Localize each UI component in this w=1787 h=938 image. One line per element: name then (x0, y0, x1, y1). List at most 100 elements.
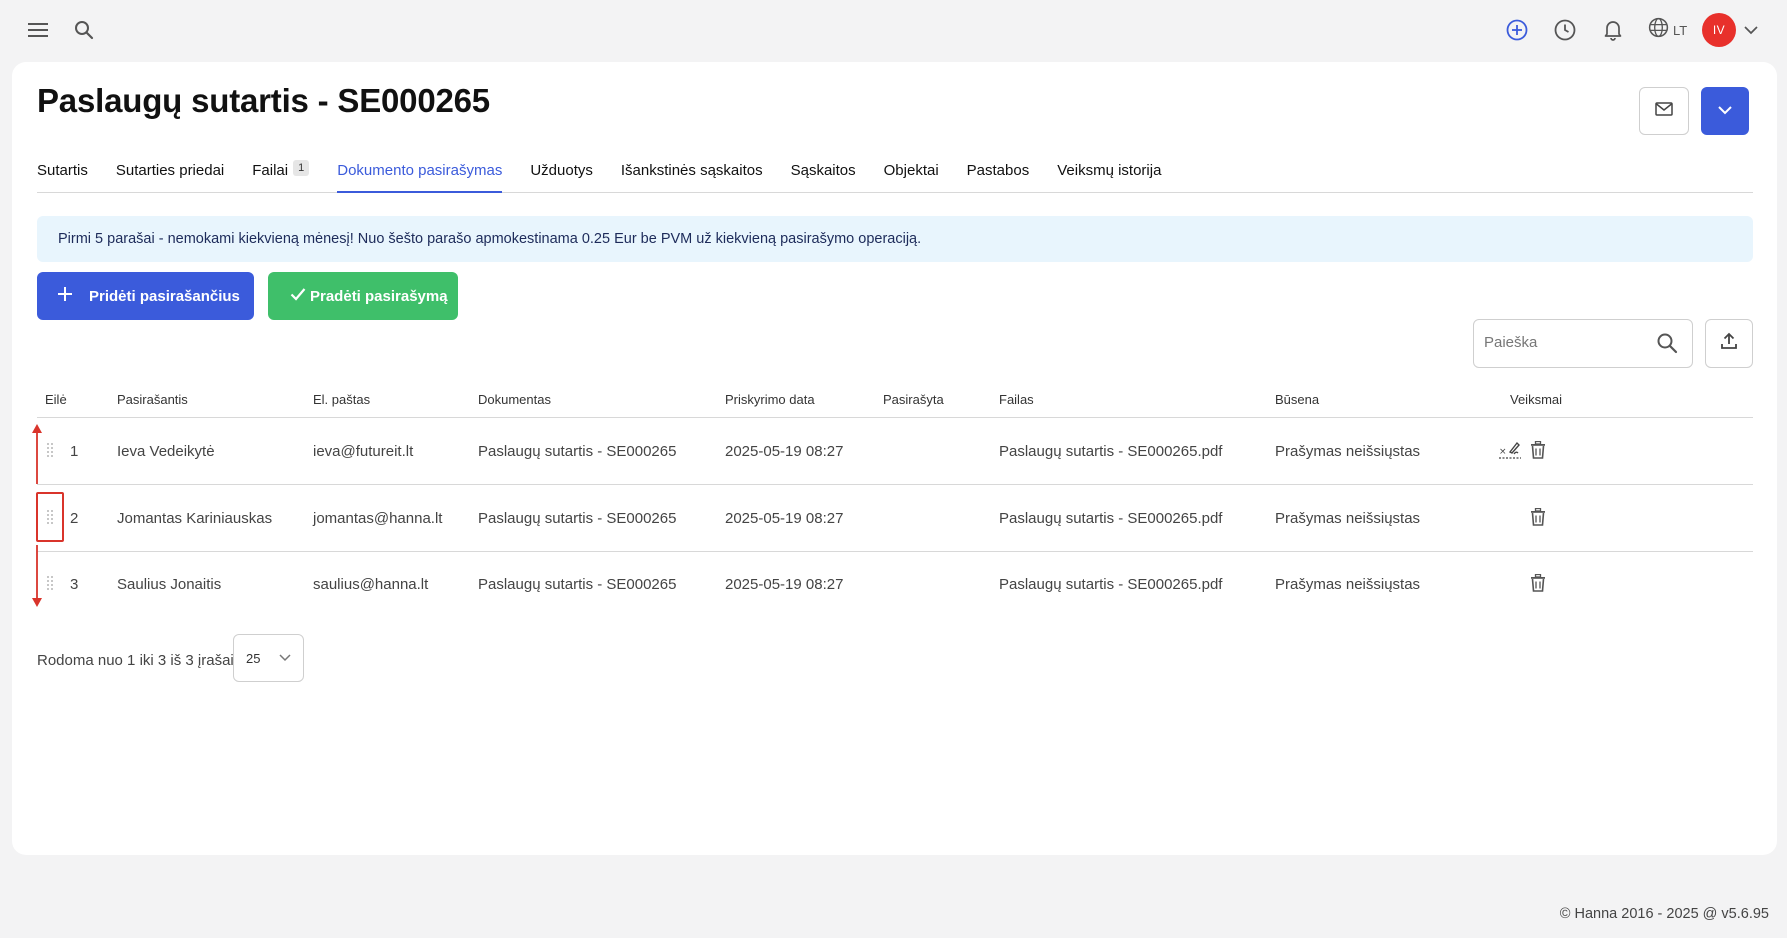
globe-icon (1648, 17, 1669, 43)
search-field[interactable] (1473, 319, 1693, 368)
assigned-date: 2025-05-19 08:27 (725, 576, 844, 593)
arrow-up-icon (32, 424, 42, 484)
tab-label: Sąskaitos (790, 162, 856, 179)
language-code: LT (1673, 22, 1688, 38)
column-header-queue[interactable]: Eilė (45, 392, 67, 407)
drag-handle-icon[interactable] (45, 439, 55, 461)
tab-label: Sutarties priedai (115, 162, 225, 179)
trash-icon[interactable] (1525, 504, 1551, 530)
arrow-down-icon (32, 545, 42, 607)
tab-isankstines-saskaitos[interactable]: Išankstinės sąskaitos (621, 162, 763, 192)
signer-email: saulius@hanna.lt (313, 576, 429, 593)
info-banner: Pirmi 5 parašai - nemokami kiekvieną mėn… (37, 216, 1753, 262)
tab-failai[interactable]: Failai 1 (252, 160, 310, 192)
tab-uzduotys[interactable]: Užduotys (530, 162, 593, 192)
count-badge: 1 (293, 160, 310, 176)
clock-icon[interactable] (1551, 16, 1579, 44)
chevron-down-icon (279, 649, 295, 667)
top-bar: LT IV (0, 0, 1787, 58)
add-signers-label: Pridėti pasirašančius (89, 287, 240, 305)
status-text: Prašymas neišsiųstas (1275, 576, 1421, 593)
banner-text: Pirmi 5 parašai - nemokami kiekvieną mėn… (58, 231, 922, 247)
column-header-signer[interactable]: Pasirašantis (117, 392, 188, 407)
tab-label: Failai (252, 162, 289, 179)
mail-icon (1655, 101, 1673, 121)
tab-label: Išankstinės sąskaitos (620, 162, 763, 179)
document-name: Paslaugų sutartis - SE000265 (478, 510, 677, 527)
add-signers-button[interactable]: Pridėti pasirašančius (37, 272, 254, 320)
column-header-email[interactable]: El. paštas (313, 392, 370, 407)
column-header-file[interactable]: Failas (999, 392, 1034, 407)
document-name: Paslaugų sutartis - SE000265 (478, 443, 677, 460)
tab-label: Užduotys (530, 162, 593, 179)
tab-bar: Sutartis Sutarties priedai Failai 1 Dokum… (37, 160, 1753, 193)
tab-label: Veiksmų istorija (1057, 162, 1162, 179)
tab-pastabos[interactable]: Pastabos (967, 162, 1030, 192)
file-name[interactable]: Paslaugų sutartis - SE000265.pdf (999, 576, 1222, 593)
column-header-signed[interactable]: Pasirašyta (883, 392, 944, 407)
tab-label: Pastabos (966, 162, 1030, 179)
document-name: Paslaugų sutartis - SE000265 (478, 576, 677, 593)
export-button[interactable] (1705, 319, 1753, 368)
tab-label: Sutartis (37, 162, 88, 179)
tab-sutartis[interactable]: Sutartis (37, 162, 88, 192)
trash-icon[interactable] (1525, 437, 1551, 463)
drag-handle-icon[interactable] (45, 506, 55, 528)
column-header-status[interactable]: Būsena (1275, 392, 1319, 407)
signature-icon[interactable]: × (1497, 437, 1523, 463)
tab-dokumento-pasirasymas[interactable]: Dokumento pasirašymas (337, 162, 503, 193)
email-button[interactable] (1639, 87, 1689, 135)
page-size-value: 25 (246, 651, 261, 666)
column-header-document[interactable]: Dokumentas (478, 392, 551, 407)
trash-icon[interactable] (1525, 570, 1551, 596)
signer-email: jomantas@hanna.lt (313, 510, 443, 527)
more-actions-button[interactable] (1701, 87, 1749, 135)
signer-email: ieva@futureit.lt (313, 443, 414, 460)
upload-icon (1720, 332, 1738, 355)
tab-label: Objektai (883, 162, 939, 179)
page-title: Paslaugų sutartis - SE000265 (37, 82, 490, 119)
start-signing-button[interactable]: Pradėti pasirašymą (268, 272, 458, 320)
drag-handle-icon[interactable] (45, 572, 55, 594)
column-header-assigned-date[interactable]: Priskyrimo data (725, 392, 815, 407)
table-header: Eilė Pasirašantis El. paštas Dokumentas … (37, 380, 1753, 418)
add-circle-icon[interactable] (1503, 16, 1531, 44)
file-name[interactable]: Paslaugų sutartis - SE000265.pdf (999, 443, 1222, 460)
assigned-date: 2025-05-19 08:27 (725, 510, 844, 527)
pagination-summary: Rodoma nuo 1 iki 3 iš 3 įrašai (37, 652, 234, 669)
menu-icon[interactable] (24, 17, 52, 43)
search-input[interactable] (1484, 334, 1644, 351)
file-name[interactable]: Paslaugų sutartis - SE000265.pdf (999, 510, 1222, 527)
tab-saskaitos[interactable]: Sąskaitos (791, 162, 856, 192)
start-signing-label: Pradėti pasirašymą (310, 287, 448, 305)
chevron-down-icon[interactable] (1740, 16, 1762, 44)
chevron-down-icon (1718, 102, 1732, 120)
table-row: 1 Ieva Vedeikytė ieva@futureit.lt Paslau… (37, 419, 1753, 485)
assigned-date: 2025-05-19 08:27 (725, 443, 844, 460)
avatar[interactable]: IV (1702, 13, 1736, 47)
signer-name: Saulius Jonaitis (117, 576, 222, 593)
plus-icon (57, 286, 73, 306)
search-icon[interactable] (1656, 332, 1680, 356)
queue-number: 2 (70, 510, 79, 527)
signer-name: Ieva Vedeikytė (117, 443, 215, 460)
search-icon[interactable] (70, 16, 98, 44)
tab-label: Dokumento pasirašymas (337, 162, 503, 179)
tab-sutarties-priedai[interactable]: Sutarties priedai (116, 162, 224, 192)
main-card: Paslaugų sutartis - SE000265 Sutartis Su… (12, 62, 1777, 855)
status-text: Prašymas neišsiųstas (1275, 510, 1421, 527)
column-header-actions: Veiksmai (1510, 392, 1563, 407)
language-selector[interactable]: LT (1648, 16, 1687, 44)
check-icon (290, 287, 306, 305)
signer-name: Jomantas Kariniauskas (117, 510, 273, 527)
queue-number: 3 (70, 576, 79, 593)
tab-veiksmu-istorija[interactable]: Veiksmų istorija (1057, 162, 1161, 192)
bell-icon[interactable] (1599, 16, 1627, 44)
table-row: 3 Saulius Jonaitis saulius@hanna.lt Pasl… (37, 552, 1753, 618)
footer-version: © Hanna 2016 - 2025 @ v5.6.95 (1559, 906, 1769, 922)
svg-text:×: × (1499, 447, 1507, 457)
page-size-select[interactable]: 25 (233, 634, 304, 682)
status-text: Prašymas neišsiųstas (1275, 443, 1421, 460)
table-row: 2 Jomantas Kariniauskas jomantas@hanna.l… (36, 486, 1753, 552)
tab-objektai[interactable]: Objektai (884, 162, 939, 192)
